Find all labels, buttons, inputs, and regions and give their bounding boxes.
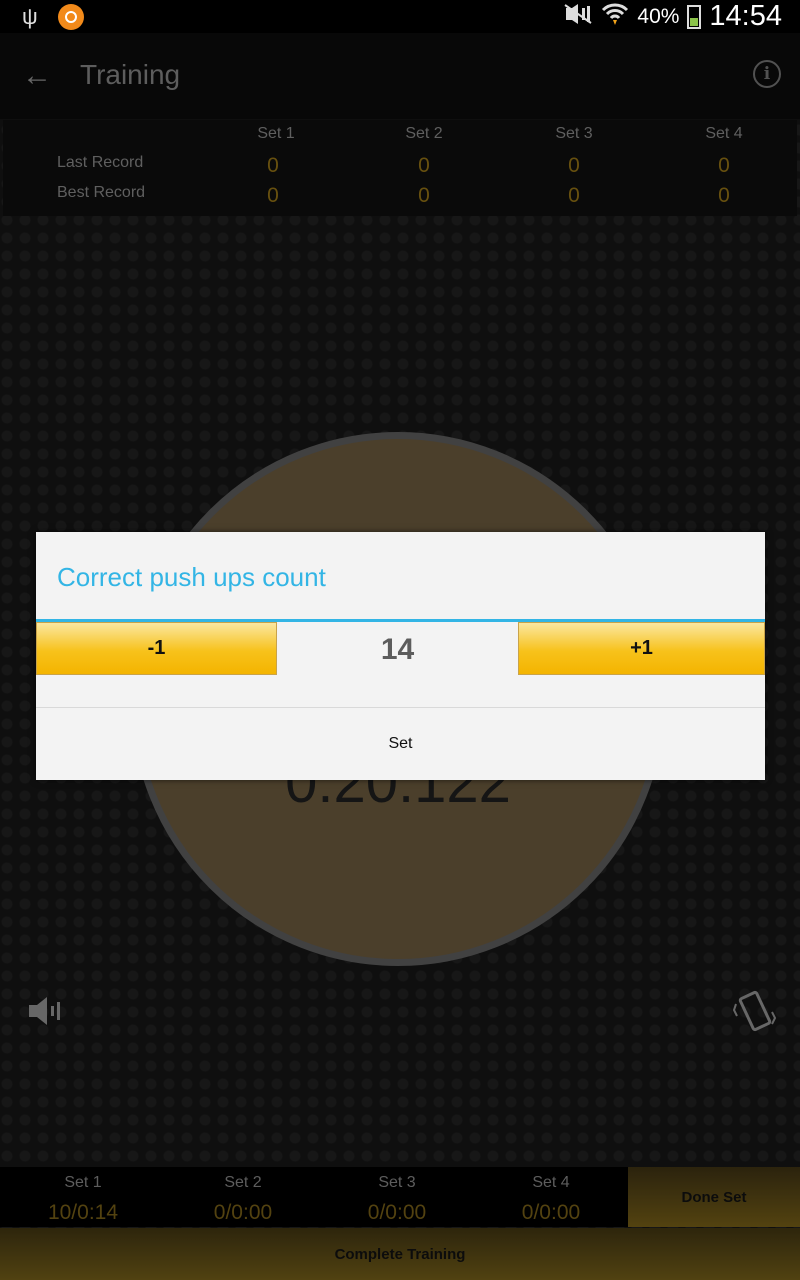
clock: 14:54 (709, 0, 782, 32)
decrement-button[interactable]: -1 (36, 622, 277, 675)
mute-icon (563, 4, 593, 29)
status-bar: ψ 40% 14:54 (0, 0, 800, 33)
increment-button[interactable]: +1 (518, 622, 765, 675)
count-value: 14 (380, 633, 415, 666)
usb-icon: ψ (22, 4, 38, 29)
app-notification-icon (58, 4, 84, 30)
correct-count-dialog: Correct push ups count -1 14 +1 Set (36, 532, 765, 780)
status-right: 40% 14:54 (563, 0, 782, 33)
dialog-title: Correct push ups count (57, 562, 326, 592)
battery-icon (687, 4, 702, 29)
battery-percent: 40% (637, 4, 680, 28)
wifi-icon (601, 2, 629, 31)
set-button[interactable]: Set (36, 708, 765, 780)
